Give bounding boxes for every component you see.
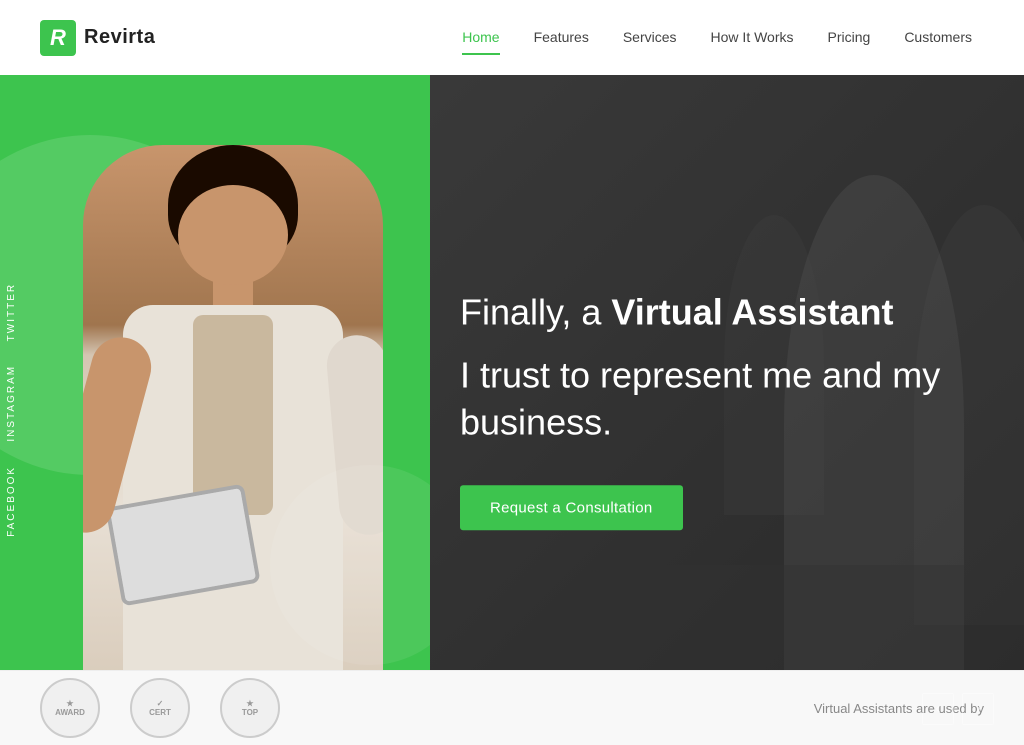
bottom-strip: ★AWARD ✓CERT ★TOP Virtual Assistants are… xyxy=(0,670,1024,745)
person-face xyxy=(178,185,288,285)
social-instagram[interactable]: Instagram xyxy=(0,353,23,454)
social-sidebar: Twitter Instagram Facebook xyxy=(0,271,23,549)
hero-content: Finally, a Virtual Assistant I trust to … xyxy=(460,289,980,530)
hero-left-panel xyxy=(0,75,430,745)
nav-links: Home Features Services How It Works Pric… xyxy=(450,29,984,47)
hero-headline-bold: Virtual Assistant xyxy=(611,291,893,332)
prev-arrow[interactable]: ‹ xyxy=(922,693,954,725)
nav-item-features[interactable]: Features xyxy=(522,29,601,47)
person-body-base xyxy=(83,145,383,745)
nav-arrows: ‹ › xyxy=(922,693,994,725)
brand-name: Revirta xyxy=(84,26,155,49)
nav-link-services[interactable]: Services xyxy=(611,21,689,53)
hero-person xyxy=(0,105,430,745)
person-figure xyxy=(53,125,413,745)
badge-2: ✓CERT xyxy=(130,678,190,738)
hero-section: Finally, a Virtual Assistant I trust to … xyxy=(0,75,1024,745)
nav-item-customers[interactable]: Customers xyxy=(892,29,984,47)
nav-link-features[interactable]: Features xyxy=(522,21,601,53)
hero-headline: Finally, a Virtual Assistant xyxy=(460,289,980,336)
nav-link-home[interactable]: Home xyxy=(450,21,511,53)
logo-icon: R xyxy=(40,20,76,56)
cta-button[interactable]: Request a Consultation xyxy=(460,486,683,531)
social-facebook[interactable]: Facebook xyxy=(0,454,23,549)
nav-item-pricing[interactable]: Pricing xyxy=(816,29,883,47)
nav-link-how-it-works[interactable]: How It Works xyxy=(699,21,806,53)
next-arrow[interactable]: › xyxy=(962,693,994,725)
nav-item-how-it-works[interactable]: How It Works xyxy=(699,29,806,47)
nav-item-home[interactable]: Home xyxy=(450,29,511,47)
hero-headline-prefix: Finally, a xyxy=(460,291,611,332)
hero-subheadline: I trust to represent me and my business. xyxy=(460,352,980,446)
nav-link-customers[interactable]: Customers xyxy=(892,21,984,53)
navbar: R Revirta Home Features Services How It … xyxy=(0,0,1024,75)
badge-3: ★TOP xyxy=(220,678,280,738)
nav-item-services[interactable]: Services xyxy=(611,29,689,47)
social-twitter[interactable]: Twitter xyxy=(0,271,23,353)
bottom-badges: ★AWARD ✓CERT ★TOP xyxy=(40,678,280,738)
bg-table xyxy=(430,565,1024,685)
badge-1: ★AWARD xyxy=(40,678,100,738)
person-right-arm xyxy=(324,333,383,537)
nav-link-pricing[interactable]: Pricing xyxy=(816,21,883,53)
logo[interactable]: R Revirta xyxy=(40,20,155,56)
